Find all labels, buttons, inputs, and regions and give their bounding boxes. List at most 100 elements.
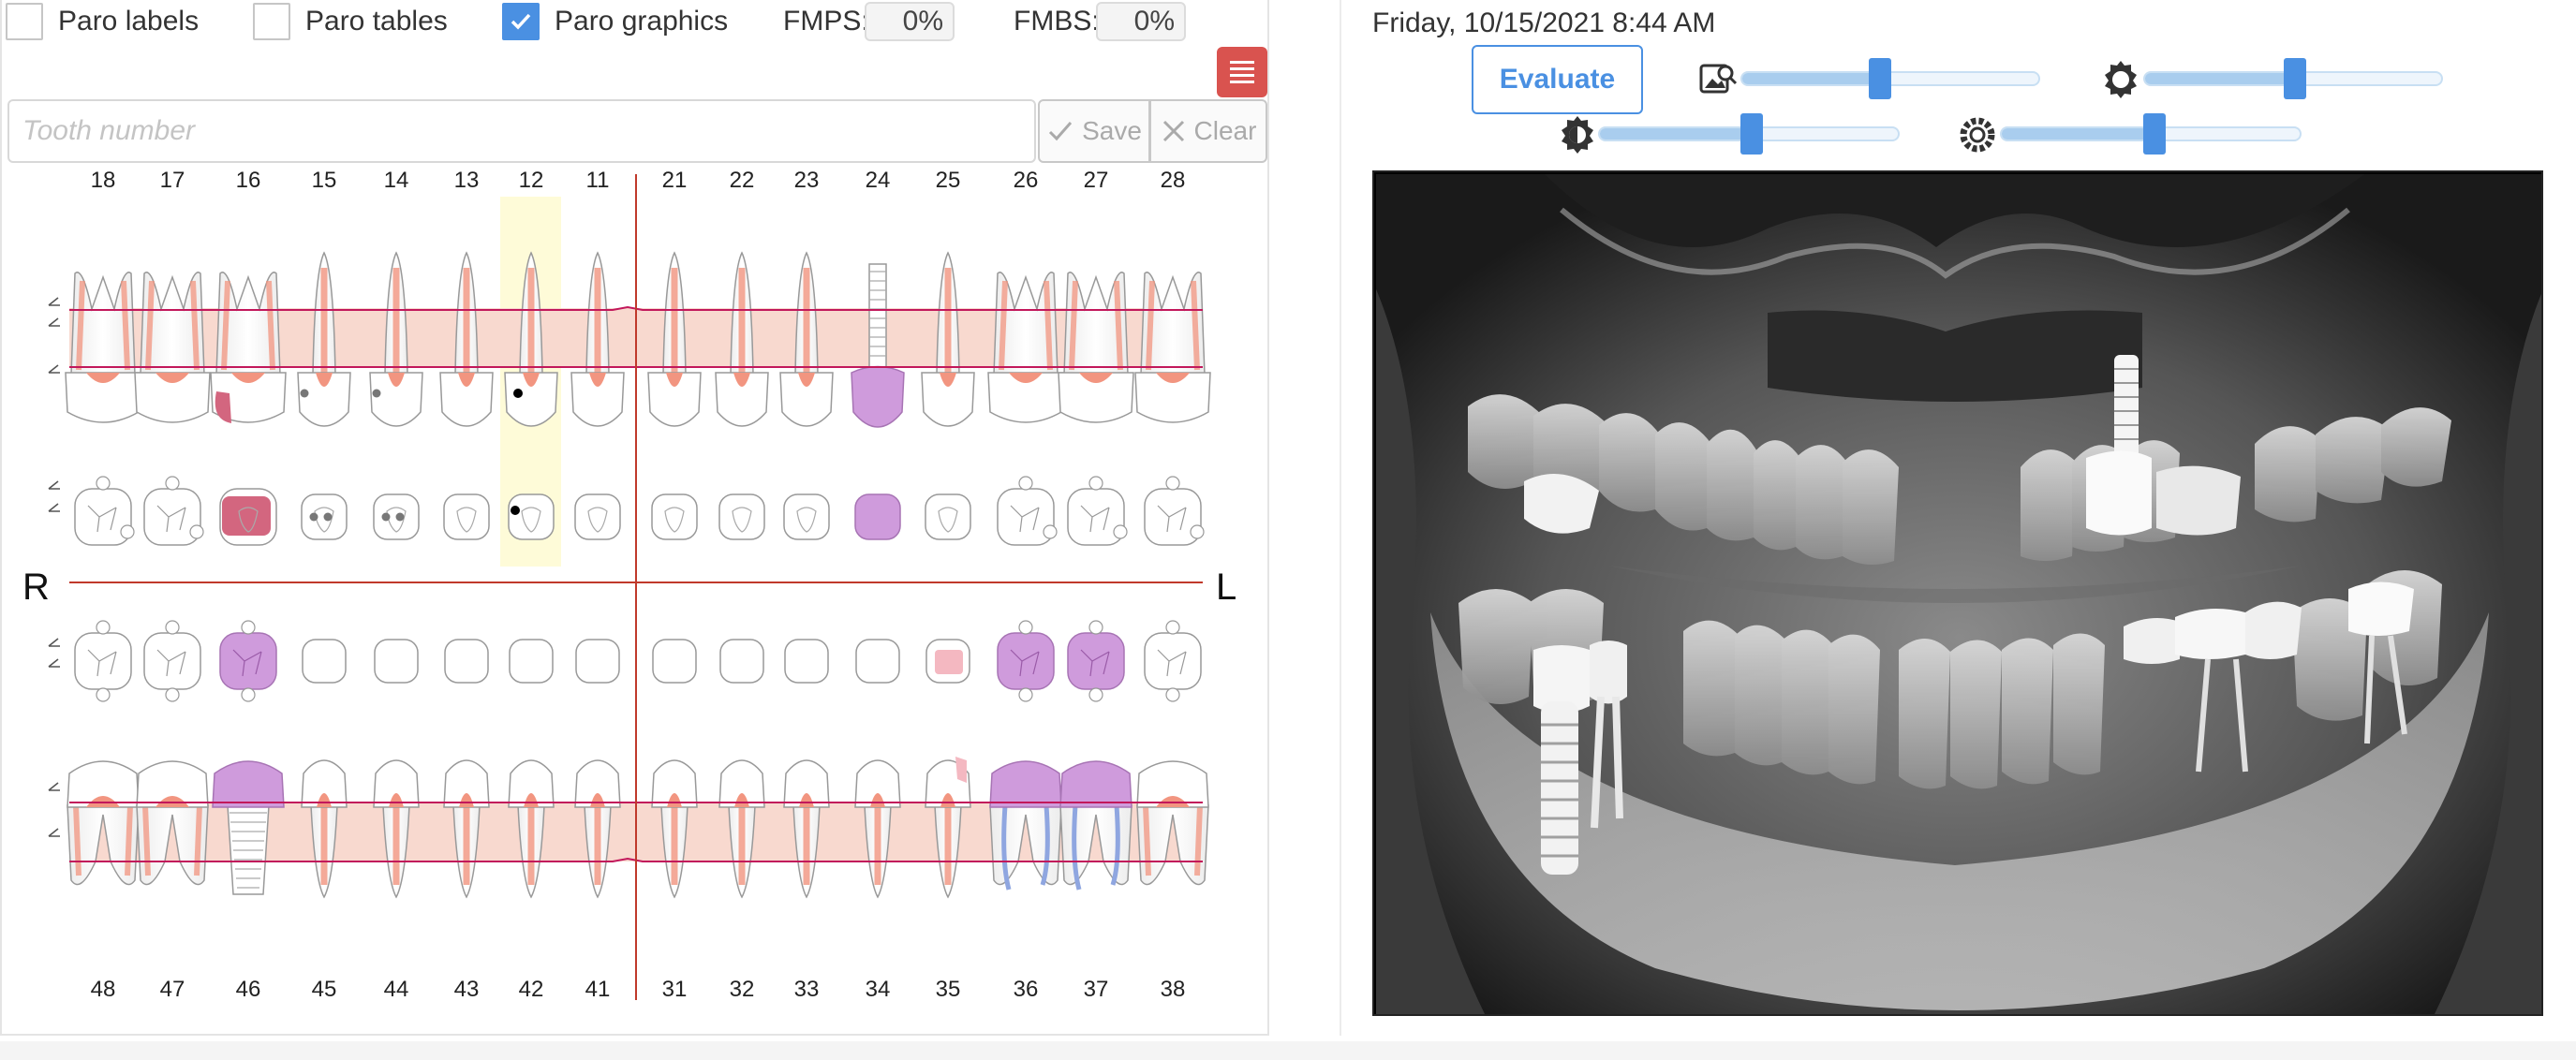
tooth-number-32[interactable]: 32 [730,977,755,1002]
upper-occlusal-26[interactable] [997,476,1058,546]
image-slider-thumb[interactable] [1869,58,1891,99]
tooth-number-45[interactable]: 45 [312,977,337,1002]
depth-marker [48,828,60,837]
upper-occlusal-11[interactable] [574,493,621,540]
upper-occlusal-15[interactable] [301,493,348,540]
lower-occlusal-42[interactable] [509,639,554,684]
lower-occlusal-45[interactable] [302,639,347,684]
upper-occlusal-13[interactable] [443,493,490,540]
tooth-number-44[interactable]: 44 [384,977,409,1002]
lower-occlusal-48[interactable] [74,620,132,702]
dental-chart-panel: Paro labels Paro tables Paro graphics FM… [0,0,1269,1036]
upper-occlusal-23[interactable] [783,493,830,540]
tooth-number-22[interactable]: 22 [730,168,755,193]
xray-illustration [1374,172,2541,1014]
depth-marker [48,364,60,374]
depth-marker [48,480,60,490]
lower-occlusal-38[interactable] [1144,620,1202,702]
upper-occlusal-24[interactable] [854,493,901,540]
upper-tooth-16[interactable] [210,272,287,423]
side-left-label: L [1216,567,1236,608]
upper-occlusal-18[interactable] [74,476,135,546]
lower-occlusal-43[interactable] [444,639,489,684]
depth-marker [48,782,60,791]
tooth-number-17[interactable]: 17 [160,168,185,193]
evaluate-button[interactable]: Evaluate [1472,45,1643,114]
upper-occlusal-21[interactable] [651,493,698,540]
lower-occlusal-41[interactable] [575,639,620,684]
image-search-icon [1699,64,1738,94]
tooth-number-27[interactable]: 27 [1084,168,1109,193]
panel-divider [1340,0,1341,1036]
gamma-slider-thumb[interactable] [2143,113,2166,155]
tooth-number-37[interactable]: 37 [1084,977,1109,1002]
upper-occlusal-27[interactable] [1067,476,1128,546]
gamma-icon [1960,117,1995,153]
brightness-slider[interactable] [2143,58,2443,99]
upper-occlusal-14[interactable] [373,493,420,540]
tooth-number-48[interactable]: 48 [91,977,116,1002]
upper-tooth-27[interactable] [1058,272,1134,423]
upper-tooth-26[interactable] [987,272,1064,423]
tooth-number-46[interactable]: 46 [236,977,261,1002]
tooth-number-41[interactable]: 41 [585,977,611,1002]
upper-occlusal-25[interactable] [925,493,971,540]
tooth-number-47[interactable]: 47 [160,977,185,1002]
upper-occlusal-17[interactable] [143,476,204,546]
tooth-number-25[interactable]: 25 [936,168,961,193]
tooth-number-42[interactable]: 42 [519,977,544,1002]
upper-tooth-28[interactable] [1134,272,1211,423]
tooth-number-35[interactable]: 35 [936,977,961,1002]
upper-tooth-18[interactable] [65,272,141,423]
panoramic-xray-image[interactable] [1372,170,2543,1016]
lower-occlusal-47[interactable] [143,620,201,702]
upper-tooth-17[interactable] [134,272,211,423]
lower-occlusal-44[interactable] [374,639,419,684]
lower-occlusal-35[interactable] [925,639,970,684]
tooth-number-21[interactable]: 21 [662,168,688,193]
depth-marker [48,658,60,668]
tooth-number-15[interactable]: 15 [312,168,337,193]
tooth-number-12[interactable]: 12 [519,168,544,193]
depth-marker [48,503,60,512]
contrast-slider[interactable] [1598,113,1900,155]
tooth-number-33[interactable]: 33 [794,977,820,1002]
footer-strip [0,1041,2576,1060]
tooth-number-43[interactable]: 43 [454,977,480,1002]
depth-marker [48,297,60,306]
contrast-icon [1562,116,1593,154]
side-right-label: R [22,567,50,608]
upper-occlusal-28[interactable] [1144,476,1205,546]
gamma-slider[interactable] [2000,113,2302,155]
depth-marker [48,317,60,327]
tooth-number-38[interactable]: 38 [1161,977,1186,1002]
tooth-number-23[interactable]: 23 [794,168,820,193]
tooth-number-36[interactable]: 36 [1014,977,1039,1002]
upper-occlusal-12[interactable] [508,493,555,540]
tooth-number-34[interactable]: 34 [866,977,891,1002]
brightness-slider-thumb[interactable] [2284,58,2306,99]
lower-occlusal-46[interactable] [219,620,277,702]
lower-occlusal-33[interactable] [784,639,829,684]
lower-occlusal-36[interactable] [997,620,1055,702]
tooth-number-13[interactable]: 13 [454,168,480,193]
timestamp: Friday, 10/15/2021 8:44 AM [1372,7,1716,38]
tooth-number-28[interactable]: 28 [1161,168,1186,193]
tooth-number-24[interactable]: 24 [866,168,891,193]
depth-marker [48,638,60,647]
tooth-number-16[interactable]: 16 [236,168,261,193]
odontogram: R L 18 17 16 15 14 13 12 11 21 22 23 24 25 26 27 28 48 47… [22,168,1236,1002]
image-slider[interactable] [1740,58,2040,99]
tooth-number-14[interactable]: 14 [384,168,409,193]
lower-occlusal-32[interactable] [719,639,764,684]
upper-occlusal-22[interactable] [718,493,765,540]
lower-occlusal-31[interactable] [652,639,697,684]
tooth-number-31[interactable]: 31 [662,977,688,1002]
tooth-number-11[interactable]: 11 [586,168,610,193]
lower-occlusal-37[interactable] [1067,620,1125,702]
tooth-number-18[interactable]: 18 [91,168,116,193]
upper-occlusal-16[interactable] [219,488,277,546]
tooth-number-26[interactable]: 26 [1014,168,1039,193]
lower-occlusal-34[interactable] [855,639,900,684]
contrast-slider-thumb[interactable] [1740,113,1763,155]
